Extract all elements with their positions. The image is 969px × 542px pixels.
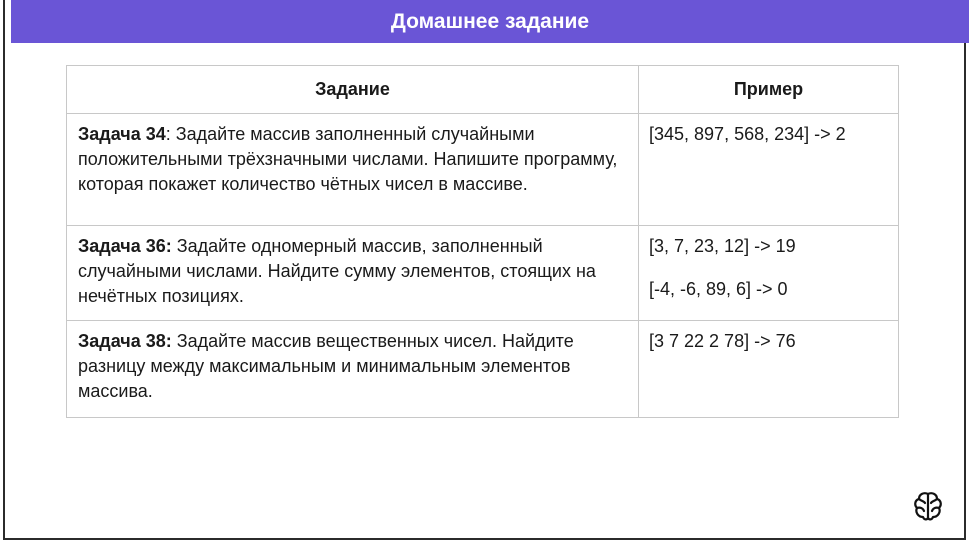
table-row: Задача 36: Задайте одномерный массив, за…: [66, 225, 899, 321]
example-text: [3, 7, 23, 12] -> 19: [649, 236, 796, 256]
slide: Домашнее задание Задание Пример Задача 3…: [3, 0, 969, 540]
column-header-task: Задание: [66, 65, 639, 114]
task-label: Задача 38:: [78, 331, 172, 351]
task-label: Задача 34: [78, 124, 166, 144]
slide-title: Домашнее задание: [11, 0, 969, 43]
task-label: Задача 36:: [78, 236, 172, 256]
table-row: Задача 38: Задайте массив вещественных ч…: [66, 320, 899, 418]
brain-logo-icon: [914, 492, 942, 521]
table-header-row: Задание Пример: [66, 65, 899, 114]
example-cell: [345, 897, 568, 234] -> 2: [638, 113, 899, 226]
task-cell: Задача 36: Задайте одномерный массив, за…: [66, 225, 639, 321]
example-text: [-4, -6, 89, 6] -> 0: [649, 279, 788, 299]
example-cell: [3, 7, 23, 12] -> 19 [-4, -6, 89, 6] -> …: [638, 225, 899, 321]
table-row: Задача 34: Задайте массив заполненный сл…: [66, 113, 899, 226]
task-cell: Задача 38: Задайте массив вещественных ч…: [66, 320, 639, 418]
task-cell: Задача 34: Задайте массив заполненный сл…: [66, 113, 639, 226]
example-text: [345, 897, 568, 234] -> 2: [649, 124, 846, 144]
homework-table: Задание Пример Задача 34: Задайте массив…: [66, 65, 899, 418]
example-text: [3 7 22 2 78] -> 76: [649, 331, 796, 351]
column-header-example: Пример: [638, 65, 899, 114]
example-cell: [3 7 22 2 78] -> 76: [638, 320, 899, 418]
